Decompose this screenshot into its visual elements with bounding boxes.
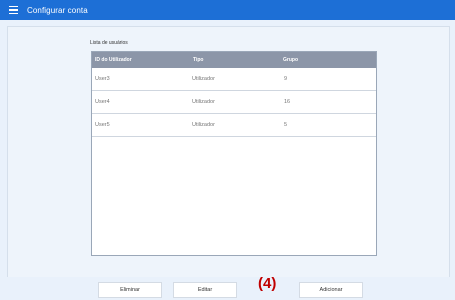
table-header: ID do Utilizador Tipo Grupo (92, 52, 376, 68)
user-list-label: Lista de usuários (90, 40, 128, 46)
user-table: ID do Utilizador Tipo Grupo User3 Utiliz… (91, 51, 377, 256)
column-header-user-id[interactable]: ID do Utilizador (92, 57, 192, 63)
cell-user-id: User5 (95, 122, 110, 128)
hamburger-menu-icon[interactable] (9, 3, 23, 17)
cell-type: Utilizador (192, 76, 215, 82)
cell-group: 16 (284, 99, 291, 105)
add-button[interactable]: Adicionar (299, 282, 363, 298)
column-header-type[interactable]: Tipo (192, 57, 283, 63)
edit-button[interactable]: Editar (173, 282, 237, 298)
delete-button[interactable]: Eliminar (98, 282, 162, 298)
table-row[interactable]: User5 Utilizador 5 (92, 114, 376, 137)
cell-type: Utilizador (192, 122, 215, 128)
cell-type: Utilizador (192, 99, 215, 105)
table-row[interactable]: User4 Utilizador 16 (92, 91, 376, 114)
cell-user-id: User4 (95, 99, 110, 105)
annotation-marker: (4) (258, 275, 277, 292)
cell-group: 5 (284, 122, 288, 128)
column-header-group[interactable]: Grupo (283, 57, 376, 63)
cell-group: 9 (284, 76, 288, 82)
table-row[interactable]: User3 Utilizador 9 (92, 68, 376, 91)
title-bar: Configurar conta (0, 0, 455, 20)
cell-user-id: User3 (95, 76, 110, 82)
window-title: Configurar conta (27, 5, 88, 15)
